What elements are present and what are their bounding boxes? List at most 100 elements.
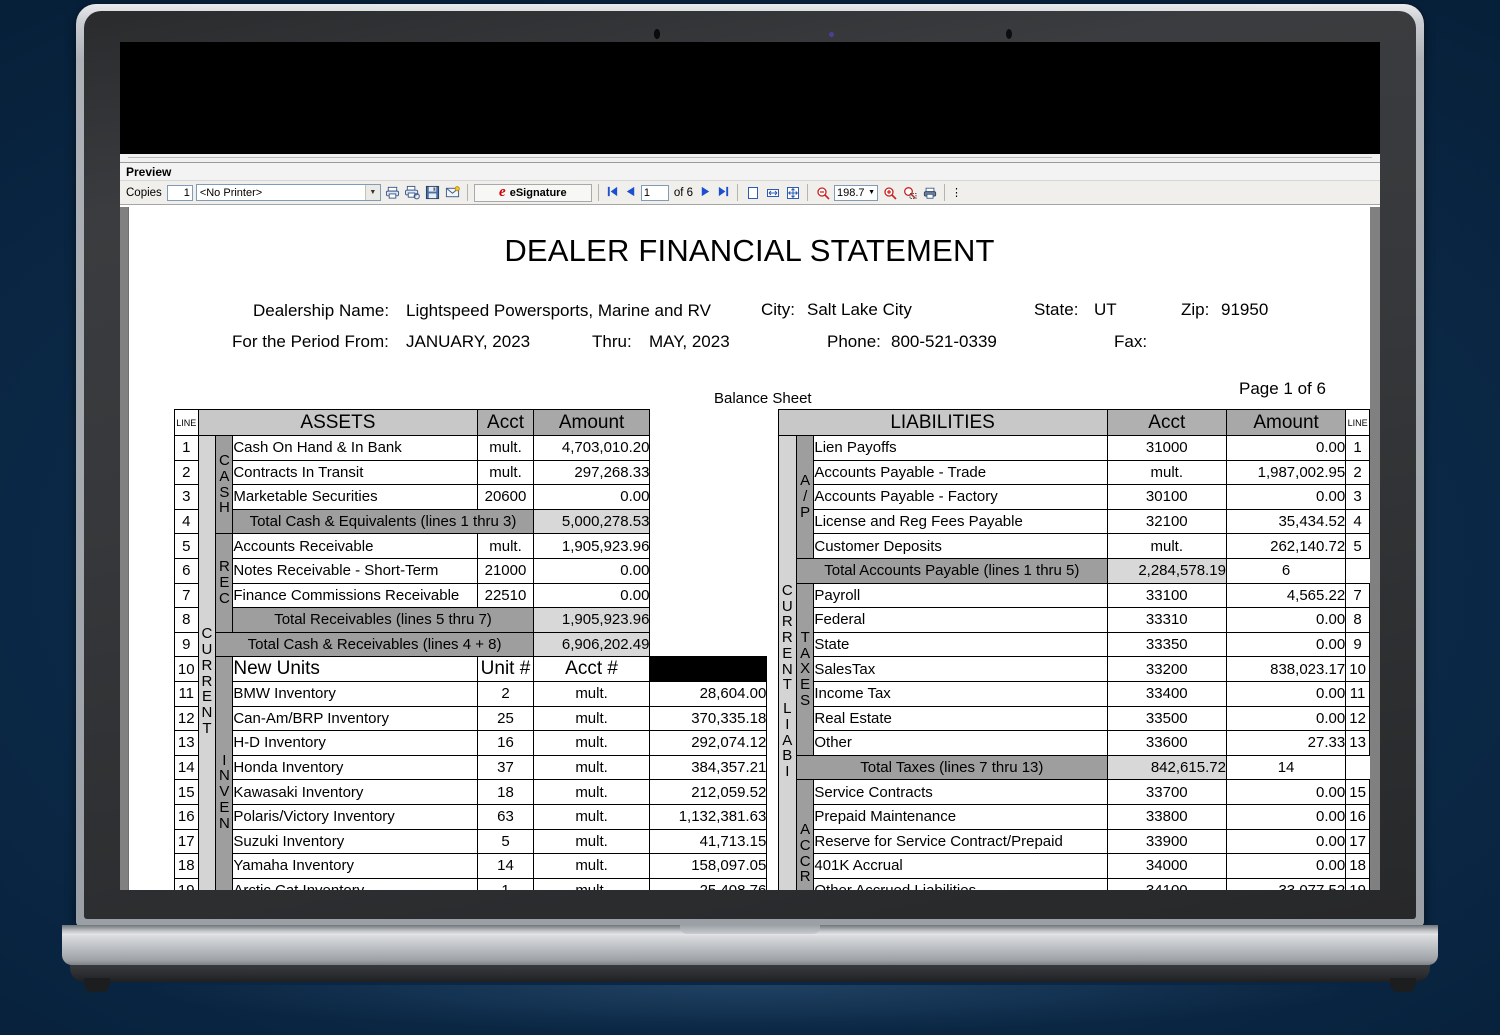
state-label: State: bbox=[1034, 300, 1079, 319]
page-fit-icon[interactable] bbox=[744, 184, 761, 201]
row-description: Suzuki Inventory bbox=[232, 828, 479, 855]
print-setup-icon[interactable] bbox=[404, 184, 421, 201]
balance-sheet-tables: LINE ASSETS Acct Amount 1 C U R R E N T C A S H Cash On … bbox=[174, 409, 1370, 890]
line-number: 15 bbox=[174, 779, 199, 805]
row-account: mult. bbox=[1106, 459, 1227, 486]
row-description: Service Contracts bbox=[813, 779, 1108, 805]
row-amount: 4,703,010.20 bbox=[532, 435, 651, 461]
row-account: mult. bbox=[532, 779, 651, 805]
line-number: 8 bbox=[174, 607, 199, 633]
more-options-icon[interactable]: ⋮ bbox=[951, 187, 962, 198]
row-amount: 4,565.22 bbox=[1225, 582, 1347, 609]
row-account: mult. bbox=[477, 459, 534, 486]
liabilities-table: LIABILITIES Acct Amount LINE C U R R E N T L I A B I A / P… bbox=[777, 409, 1370, 890]
row-amount: 28,604.00 bbox=[649, 680, 768, 707]
next-page-icon[interactable] bbox=[698, 185, 713, 200]
period-from-label: For the Period From: bbox=[232, 332, 389, 351]
line-number: 10 bbox=[1345, 656, 1370, 682]
zoom-region-icon[interactable] bbox=[901, 184, 918, 201]
row-amount: -33,077.52 bbox=[1225, 877, 1347, 890]
laptop-screen: Preview Copies <No Printer> ▼ bbox=[120, 42, 1380, 890]
line-number: 3 bbox=[174, 484, 199, 510]
table-row: 9 Total Cash & Receivables (lines 4 + 8) 6… bbox=[174, 631, 767, 658]
zoom-out-icon[interactable] bbox=[814, 184, 831, 201]
zoom-in-icon[interactable] bbox=[881, 184, 898, 201]
thru-value: MAY, 2023 bbox=[649, 332, 730, 351]
line-number: 8 bbox=[1345, 607, 1370, 633]
fax-label: Fax: bbox=[1114, 332, 1148, 351]
row-unit-count: 14 bbox=[477, 853, 534, 879]
row-description: State bbox=[813, 631, 1108, 658]
zoom-level-value: 198.7 bbox=[837, 186, 865, 199]
table-row: 19 Arctic Cat Inventory1mult.25,408.76 bbox=[174, 877, 768, 890]
unit-acct-header: Acct # bbox=[532, 656, 651, 682]
line-number: 1 bbox=[1345, 435, 1370, 461]
document-canvas[interactable]: DEALER FINANCIAL STATEMENT Dealership Na… bbox=[120, 207, 1380, 890]
liabilities-acct-header: Acct bbox=[1106, 409, 1227, 436]
copies-input[interactable] bbox=[166, 184, 193, 201]
fit-page-icon[interactable] bbox=[784, 184, 801, 201]
laptop-notch bbox=[680, 925, 820, 934]
table-row: 5 R E C Accounts Receivable mult. 1,905,923.96 bbox=[174, 533, 767, 633]
last-page-icon[interactable] bbox=[716, 185, 731, 200]
row-unit-count: 18 bbox=[477, 779, 534, 805]
save-icon[interactable] bbox=[424, 184, 441, 201]
row-amount: 6,906,202.49 bbox=[532, 631, 651, 658]
preview-toolbar: Copies <No Printer> ▼ bbox=[120, 181, 1380, 205]
table-row: T A X E S Payroll 33100 4,565.22 7 bbox=[778, 582, 1370, 756]
email-icon[interactable] bbox=[444, 184, 461, 201]
zip-label: Zip: bbox=[1181, 300, 1210, 319]
row-description: Accounts Receivable bbox=[232, 533, 479, 559]
row-account: 22510 bbox=[477, 582, 534, 609]
page-count-label: of 6 bbox=[673, 186, 693, 199]
row-amount: 0.00 bbox=[1225, 803, 1347, 830]
page-number-input[interactable] bbox=[640, 184, 669, 201]
group-label-accr: ACCR bbox=[795, 779, 815, 890]
print-icon[interactable] bbox=[384, 184, 401, 201]
line-number: 15 bbox=[1345, 779, 1370, 805]
row-account: 33800 bbox=[1106, 803, 1227, 830]
row-description: Finance Commissions Receivable bbox=[232, 582, 479, 609]
line-number: 12 bbox=[1345, 705, 1370, 732]
table-gutter bbox=[767, 409, 777, 890]
fit-width-icon[interactable] bbox=[764, 184, 781, 201]
row-account: mult. bbox=[532, 803, 651, 830]
row-account: 33350 bbox=[1106, 631, 1227, 658]
row-account: 20600 bbox=[477, 484, 534, 510]
row-description: Total Accounts Payable (lines 1 thru 5) bbox=[796, 557, 1108, 584]
row-description: Polaris/Victory Inventory bbox=[232, 803, 479, 830]
row-account: 34000 bbox=[1106, 853, 1227, 879]
document-title: DEALER FINANCIAL STATEMENT bbox=[504, 233, 995, 268]
row-account: 30100 bbox=[1106, 484, 1227, 510]
assets-header-row: LINE ASSETS Acct Amount bbox=[174, 409, 767, 436]
liabilities-header: LIABILITIES bbox=[777, 409, 1108, 436]
row-amount: 842,615.72 bbox=[1106, 754, 1227, 781]
group-label-a-p: A / P bbox=[795, 435, 815, 559]
first-page-icon[interactable] bbox=[605, 185, 620, 200]
row-amount: 0.00 bbox=[1225, 853, 1347, 879]
row-description: Notes Receivable - Short-Term bbox=[232, 557, 479, 584]
window-title: Preview bbox=[126, 164, 172, 179]
line-number: 6 bbox=[1225, 557, 1347, 584]
print-current-icon[interactable] bbox=[921, 184, 938, 201]
row-account: mult. bbox=[532, 828, 651, 855]
line-number: 10 bbox=[174, 656, 199, 682]
row-account: mult. bbox=[477, 533, 534, 559]
row-description: SalesTax bbox=[813, 656, 1108, 682]
esignature-e-icon: e bbox=[499, 184, 506, 200]
line-number: 4 bbox=[174, 508, 199, 535]
desk-reflection bbox=[150, 985, 1350, 1031]
zoom-level-select[interactable]: 198.7 ▼ bbox=[834, 184, 878, 201]
esignature-button[interactable]: e eSignature bbox=[473, 183, 592, 202]
new-units-label: New Units bbox=[232, 656, 479, 682]
line-number: 3 bbox=[1345, 484, 1370, 510]
printer-select[interactable]: <No Printer> ▼ bbox=[195, 184, 381, 201]
row-account: 33700 bbox=[1106, 779, 1227, 805]
line-number: 14 bbox=[1225, 754, 1347, 781]
previous-page-icon[interactable] bbox=[623, 185, 638, 200]
row-description: Total Taxes (lines 7 thru 13) bbox=[796, 754, 1108, 781]
row-description: 401K Accrual bbox=[813, 853, 1108, 879]
row-amount: 0.00 bbox=[1225, 607, 1347, 633]
row-description: Arctic Cat Inventory bbox=[232, 877, 479, 890]
row-account: mult. bbox=[532, 754, 651, 781]
